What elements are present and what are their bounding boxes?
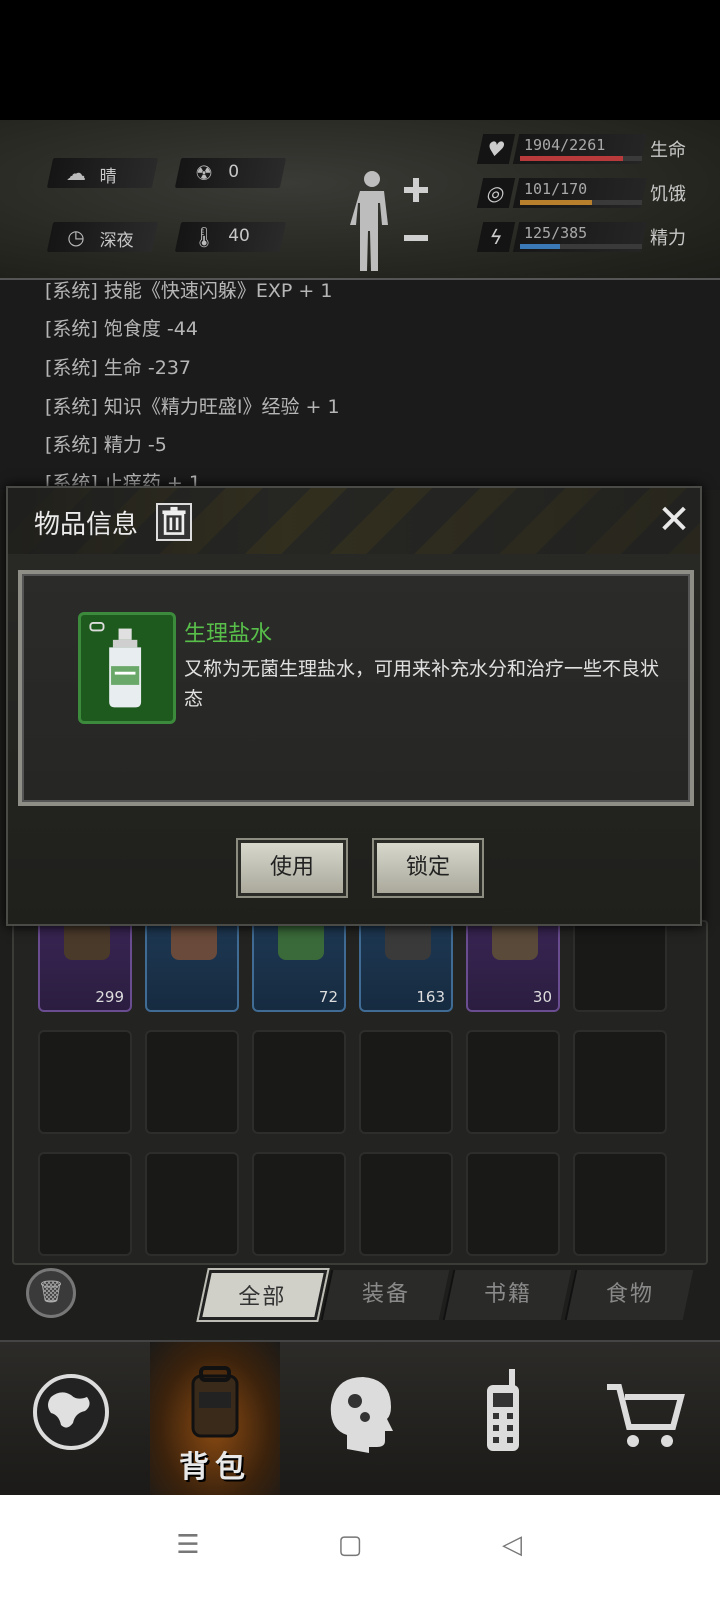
time-value: 深夜 — [99, 231, 134, 251]
tab-all[interactable]: 全部 — [196, 1268, 330, 1322]
log-line: [系统] 知识《精力旺盛Ⅰ》经验 + 1 — [45, 396, 340, 418]
item-count: 30 — [532, 988, 552, 1006]
item-count: 72 — [318, 988, 338, 1006]
log-line: [系统] 生命 -237 — [45, 357, 192, 379]
nav-skills[interactable] — [292, 1342, 422, 1497]
message-log[interactable]: [系统] 技能《快速闪躲》EXP + 1 [系统] 饱食度 -44 [系统] 生… — [0, 280, 720, 490]
heart-icon: ♥ — [476, 134, 516, 164]
log-line: [系统] 饱食度 -44 — [45, 318, 198, 340]
clock-icon: ◷ — [67, 225, 85, 249]
inventory-slot[interactable] — [573, 1030, 667, 1134]
cloud-icon: ☁ — [66, 161, 86, 185]
backpack-label: 背包 — [179, 1450, 251, 1485]
nav-backpack[interactable]: 背包 — [150, 1342, 280, 1497]
weather-chip: ☁ 晴 — [46, 158, 159, 188]
item-name: 生理盐水 — [184, 622, 273, 647]
category-tabs: 🗑 全部 装备 书籍 食物 — [0, 1268, 720, 1326]
health-stat: ♥ 1904/2261 生命 — [476, 132, 700, 168]
inventory-slot[interactable] — [573, 1152, 667, 1256]
energy-label: 精力 — [650, 228, 686, 249]
temperature-chip: 🌡 40 — [174, 222, 287, 252]
inventory-slot[interactable] — [252, 1030, 346, 1134]
system-navigation-bar: ☰ ▢ ◁ — [0, 1495, 720, 1600]
use-button[interactable]: 使用 — [238, 840, 346, 896]
energy-value: 125/385 — [524, 224, 588, 242]
inventory-slot[interactable] — [466, 1152, 560, 1256]
close-icon[interactable]: ✕ — [654, 500, 694, 540]
log-line: [系统] 技能《快速闪躲》EXP + 1 — [45, 280, 333, 302]
inventory-slot[interactable] — [38, 1152, 132, 1256]
tab-equipment[interactable]: 装备 — [320, 1270, 450, 1320]
radiation-icon: ☢ — [195, 161, 213, 185]
energy-bar-fill — [520, 244, 560, 249]
bottom-nav: 背包 — [0, 1340, 720, 1497]
item-icon — [385, 920, 431, 960]
temperature-value: 40 — [228, 226, 250, 246]
discard-icon[interactable]: 🗑 — [26, 1268, 76, 1318]
cart-icon — [607, 1384, 685, 1447]
inventory-slot[interactable] — [359, 1152, 453, 1256]
item-info-panel: 生理盐水 又称为无菌生理盐水，可用来补充水分和治疗一些不良状态 — [18, 570, 694, 806]
trash-icon[interactable] — [156, 503, 192, 541]
health-label: 生命 — [650, 140, 686, 161]
back-icon[interactable]: ◁ — [482, 1520, 542, 1570]
home-icon[interactable]: ▢ — [320, 1520, 380, 1570]
item-icon — [278, 920, 324, 960]
item-description: 又称为无菌生理盐水，可用来补充水分和治疗一些不良状态 — [184, 658, 660, 710]
inventory-slot[interactable] — [145, 1152, 239, 1256]
backpack-icon — [191, 1366, 239, 1438]
walkie-talkie-icon — [487, 1369, 519, 1451]
thermometer-icon: 🌡 — [191, 225, 217, 249]
item-icon — [64, 920, 110, 960]
weather-value: 晴 — [99, 167, 117, 187]
item-count: 299 — [95, 988, 124, 1006]
inventory-slot[interactable] — [38, 1030, 132, 1134]
dialog-title: 物品信息 — [34, 510, 139, 540]
brain-head-icon — [330, 1377, 393, 1453]
energy-icon: ϟ — [476, 222, 516, 252]
item-count: 163 — [416, 988, 445, 1006]
health-bar-fill — [520, 156, 623, 161]
menu-icon[interactable]: ☰ — [158, 1520, 218, 1570]
inventory-slot[interactable] — [252, 1152, 346, 1256]
inventory-slot[interactable] — [466, 1030, 560, 1134]
lock-button[interactable]: 锁定 — [374, 840, 482, 896]
radiation-value: 0 — [228, 162, 240, 182]
hunger-value: 101/170 — [524, 180, 588, 198]
log-line: [系统] 精力 -5 — [45, 434, 167, 456]
time-chip: ◷ 深夜 — [46, 222, 159, 252]
inventory-slot[interactable] — [145, 1030, 239, 1134]
nav-map[interactable] — [6, 1342, 136, 1497]
radiation-chip: ☢ 0 — [174, 158, 287, 188]
tab-food[interactable]: 食物 — [564, 1270, 694, 1320]
body-status-icon[interactable] — [350, 165, 440, 275]
status-hud: ☁ 晴 ☢ 0 ◷ 深夜 🌡 40 ♥ 1904/2261 生命 ◎ 101/1… — [0, 120, 720, 280]
nav-radio[interactable] — [436, 1342, 566, 1497]
saline-bottle-icon — [78, 612, 176, 724]
nav-shop[interactable] — [580, 1342, 710, 1497]
health-value: 1904/2261 — [524, 136, 606, 154]
energy-stat: ϟ 125/385 精力 — [476, 220, 700, 256]
globe-icon — [33, 1374, 109, 1450]
item-info-dialog: 物品信息 ✕ 生理盐水 又称为无菌生理盐水，可用来补充水分和治疗一些不良状态 使… — [6, 486, 702, 926]
item-icon — [492, 920, 538, 960]
inventory-slot[interactable] — [359, 1030, 453, 1134]
hunger-bar-fill — [520, 200, 593, 205]
inventory-grid: 299 72 163 30 — [12, 908, 708, 1265]
hunger-label: 饥饿 — [650, 184, 686, 205]
stomach-icon: ◎ — [476, 178, 516, 208]
tab-books[interactable]: 书籍 — [442, 1270, 572, 1320]
item-icon — [171, 920, 217, 960]
hunger-stat: ◎ 101/170 饥饿 — [476, 176, 700, 212]
status-bar-area — [0, 0, 720, 120]
